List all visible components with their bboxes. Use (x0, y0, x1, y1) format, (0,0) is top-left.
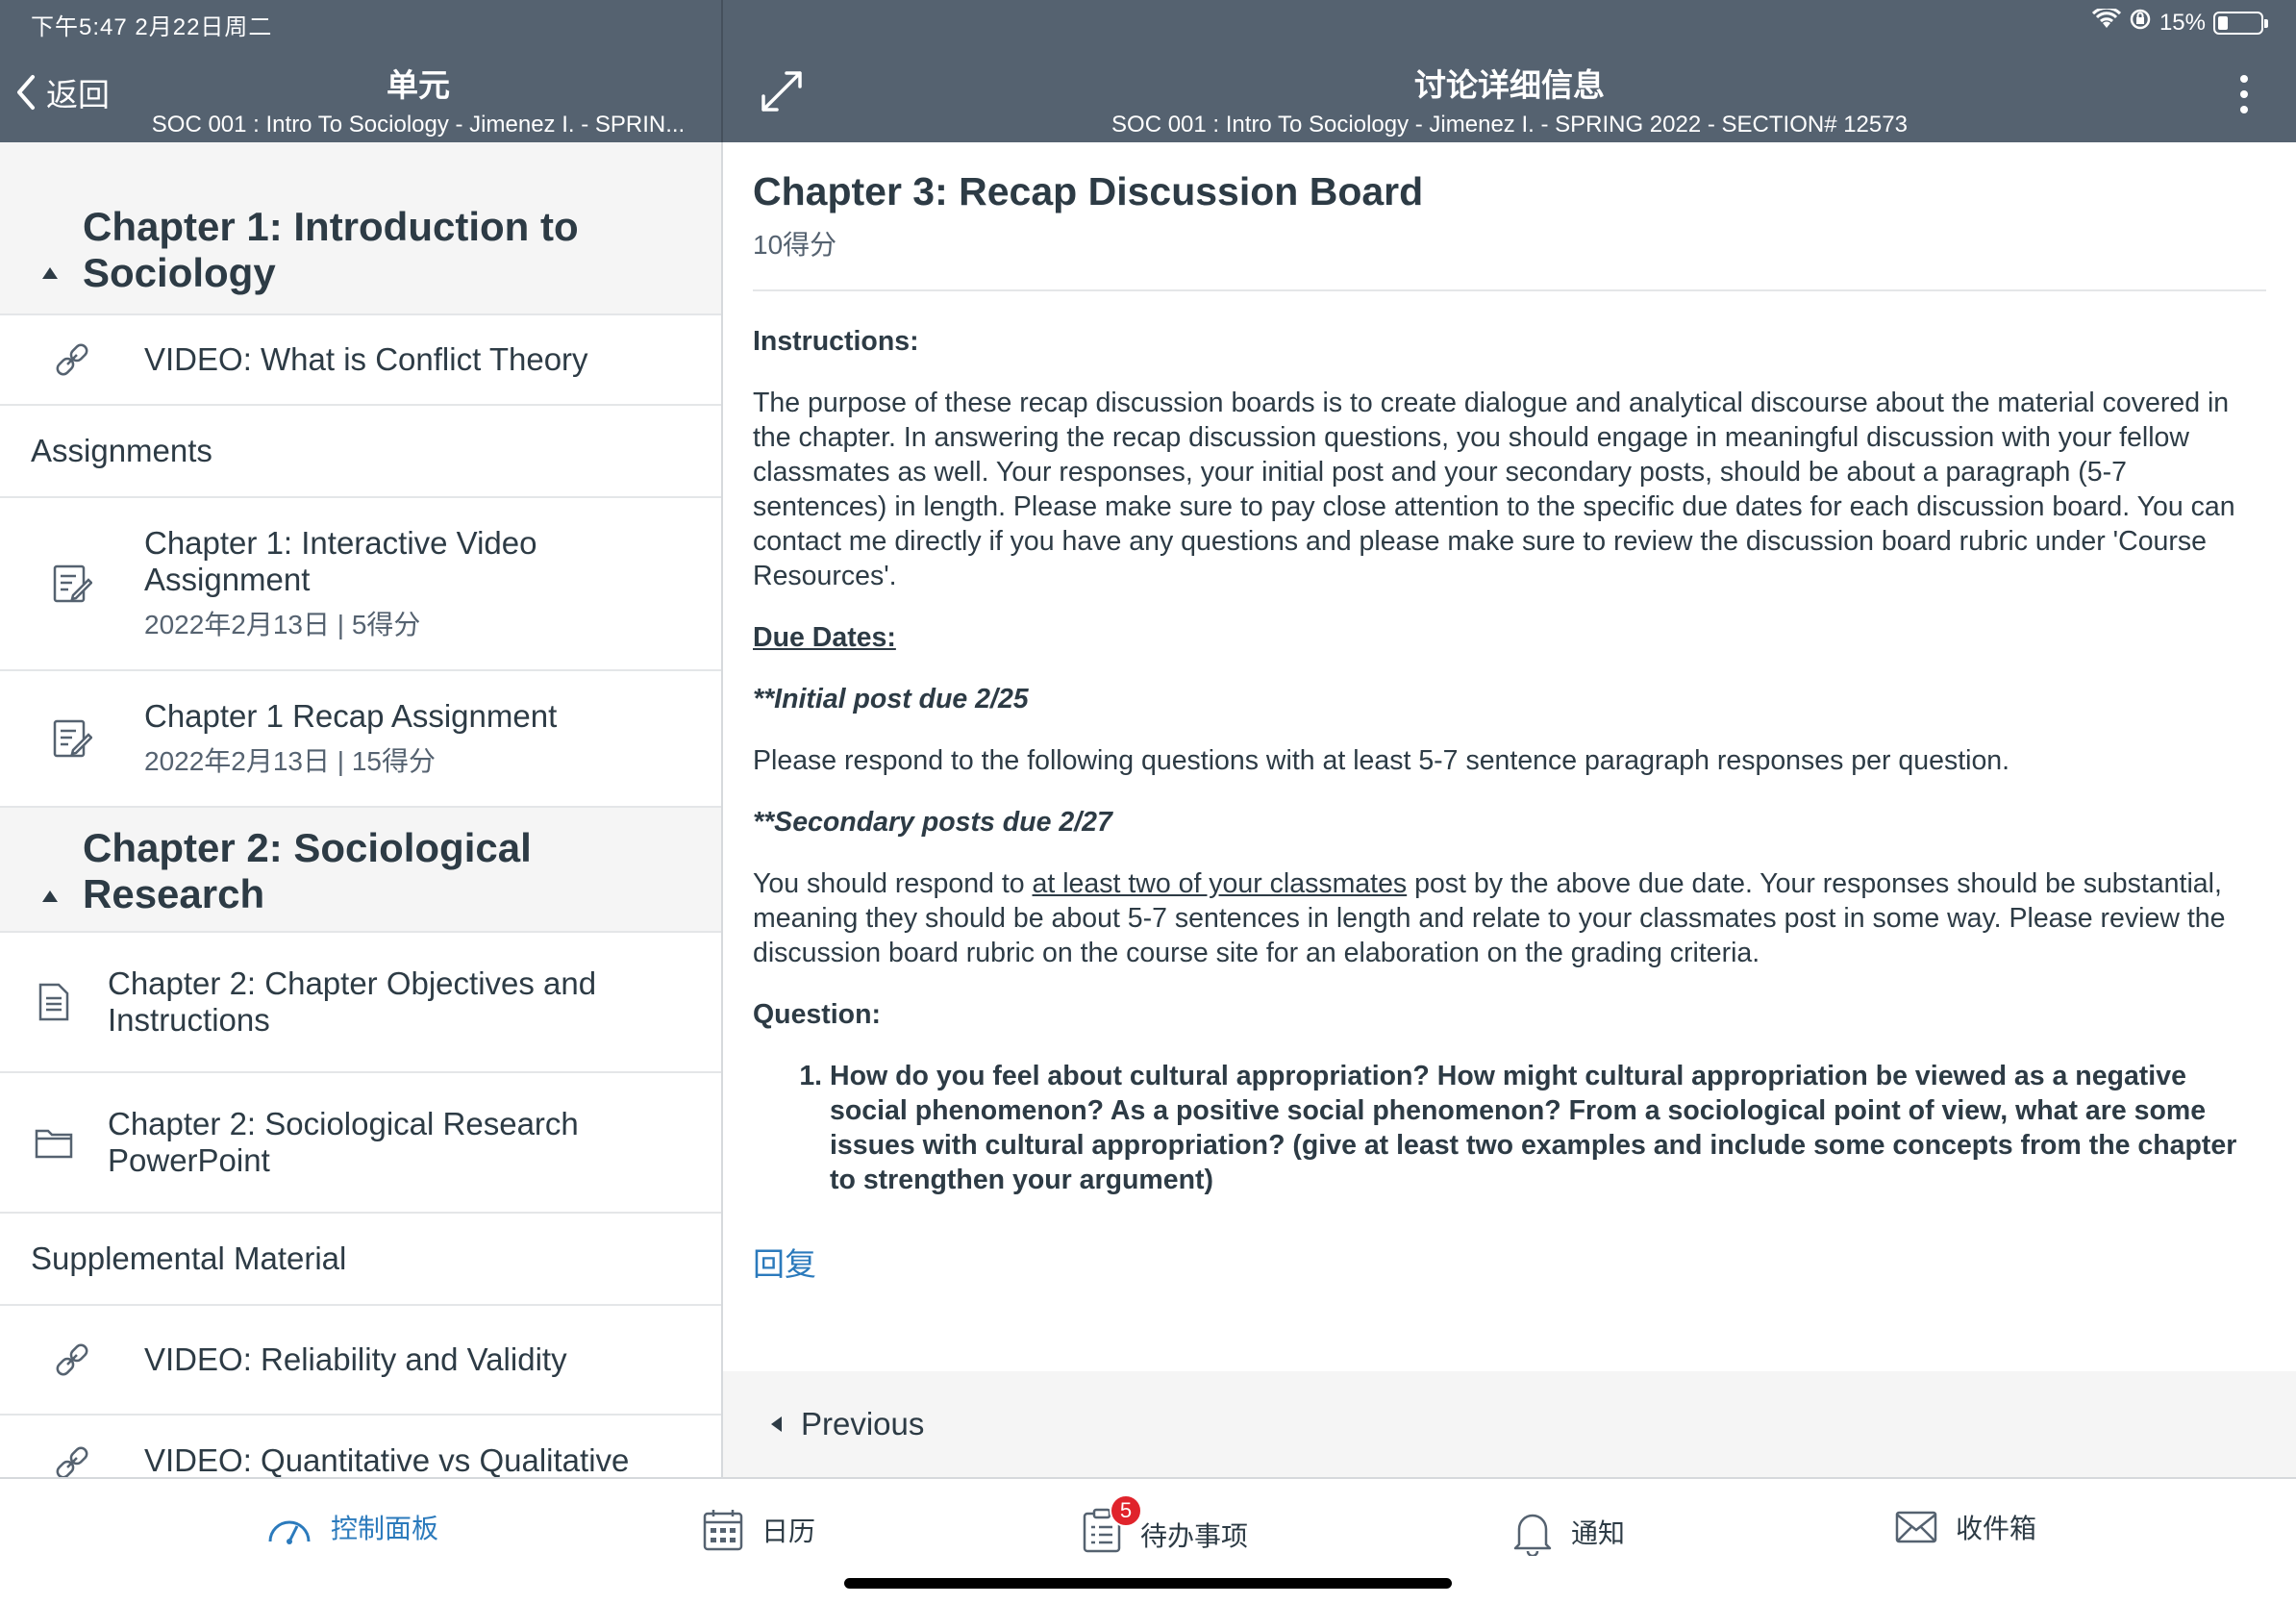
subheader-assignments: Assignments (0, 406, 721, 498)
item-text: Chapter 2: Chapter Objectives and Instru… (108, 965, 596, 1039)
previous-button[interactable]: Previous (723, 1371, 2296, 1477)
top-navigation-bar: 下午5:47 2月22日周二 15% 返回 单元 SOC 001 : Intro… (0, 0, 2296, 142)
initial-post-text: Please respond to the following question… (753, 745, 2010, 776)
classmates-underlined: at least two of your classmates (1032, 868, 1408, 899)
envelope-icon (1895, 1511, 1937, 1543)
module-title: Chapter 2: Sociological Research (83, 825, 532, 916)
modules-title: 单元 (387, 67, 450, 103)
collapse-triangle-icon (42, 267, 58, 279)
item-text: Chapter 2: Sociological Research PowerPo… (108, 1106, 579, 1179)
item-meta: 2022年2月13日 | 15得分 (144, 746, 436, 776)
list-item-assignment-interactive-video[interactable]: Chapter 1: Interactive Video Assignment … (0, 498, 721, 671)
tab-label: 收件箱 (1956, 1514, 2037, 1543)
item-meta: 2022年2月13日 | 5得分 (144, 610, 421, 639)
folder-icon (0, 1125, 108, 1160)
dashboard-gauge-icon (268, 1520, 311, 1544)
left-header-title: 单元 SOC 001 : Intro To Sociology - Jimene… (135, 60, 702, 138)
item-label: Chapter 1: Interactive Video (144, 525, 537, 561)
discussion-title: Chapter 3: Recap Discussion Board (753, 169, 1424, 213)
list-item-video-conflict-theory[interactable]: VIDEO: What is Conflict Theory (0, 315, 721, 406)
initial-post-label: **Initial post due 2/25 (753, 684, 1029, 714)
subheader-supplemental-material: Supplemental Material (0, 1214, 721, 1306)
item-label: Chapter 2: Sociological Research (108, 1106, 579, 1141)
instructions-label: Instructions: (753, 326, 919, 357)
chevron-left-icon (17, 75, 35, 110)
tab-notifications[interactable]: 通知 (1511, 1508, 1625, 1556)
due-dates-label: Due Dates: (753, 622, 896, 653)
divider (753, 289, 2266, 291)
course-subtitle-right: SOC 001 : Intro To Sociology - Jimenez I… (1111, 112, 1908, 138)
item-label: VIDEO: Reliability and Validity (144, 1341, 567, 1377)
question-list: How do you feel about cultural appropria… (791, 1059, 2266, 1197)
todo-icon-wrapper: 5 (1081, 1494, 1142, 1561)
orientation-lock-icon (2129, 8, 2152, 38)
home-indicator (844, 1578, 1452, 1589)
link-icon (0, 1442, 144, 1477)
todo-count-badge: 5 (1110, 1494, 1142, 1527)
page-icon (0, 982, 108, 1022)
status-indicators: 15% (2091, 6, 2268, 38)
link-icon (0, 339, 144, 380)
discussion-body: Instructions: The purpose of these recap… (753, 324, 2266, 1197)
calendar-icon (703, 1510, 743, 1551)
modules-list[interactable]: Chapter 1: Introduction to Sociology VID… (0, 142, 721, 1477)
tab-todo[interactable]: 5 待办事项 (1081, 1494, 1249, 1561)
item-text: Chapter 1: Interactive Video Assignment … (144, 525, 537, 642)
assignment-icon (0, 563, 144, 605)
tab-label: 日历 (761, 1516, 816, 1546)
list-item-research-powerpoint[interactable]: Chapter 2: Sociological Research PowerPo… (0, 1073, 721, 1214)
bell-icon (1513, 1514, 1552, 1556)
link-icon (0, 1340, 144, 1380)
item-label: VIDEO: What is Conflict Theory (144, 341, 588, 377)
tab-label: 控制面板 (331, 1514, 439, 1543)
item-label: VIDEO: Quantitative vs Qualitative (144, 1442, 630, 1477)
battery-percent: 15% (2159, 9, 2206, 36)
item-label: Chapter 1 Recap Assignment (144, 698, 558, 734)
item-label: Assignment (144, 562, 311, 597)
wifi-icon (2091, 6, 2122, 37)
collapse-triangle-icon (42, 890, 58, 902)
item-label: PowerPoint (108, 1142, 270, 1178)
kebab-dot (2240, 75, 2248, 83)
item-label: Chapter 2: Chapter Objectives and (108, 965, 597, 1001)
kebab-dot (2240, 106, 2248, 113)
course-subtitle-left: SOC 001 : Intro To Sociology - Jimenez I… (151, 112, 686, 138)
battery-icon (2213, 11, 2268, 35)
status-time: 下午5:47 2月22日周二 (31, 14, 273, 40)
item-label: Instructions (108, 1002, 270, 1038)
list-item-assignment-recap[interactable]: Chapter 1 Recap Assignment 2022年2月13日 | … (0, 671, 721, 808)
list-item-video-quant-qual[interactable]: VIDEO: Quantitative vs Qualitative (0, 1416, 721, 1477)
module-header-chapter-1[interactable]: Chapter 1: Introduction to Sociology (0, 142, 721, 315)
right-header-title: 讨论详细信息 SOC 001 : Intro To Sociology - Ji… (723, 60, 2296, 138)
discussion-detail-pane[interactable]: Chapter 3: Recap Discussion Board 10得分 I… (723, 142, 2296, 1477)
kebab-dot (2240, 90, 2248, 98)
back-button[interactable]: 返回 (15, 69, 110, 115)
instructions-text: The purpose of these recap discussion bo… (753, 388, 2235, 591)
discussion-points: 10得分 (753, 230, 837, 260)
caret-left-icon (771, 1416, 782, 1432)
question-item: How do you feel about cultural appropria… (830, 1059, 2266, 1197)
secondary-post-label: **Secondary posts due 2/27 (753, 807, 1112, 838)
tab-calendar[interactable]: 日历 (702, 1508, 815, 1552)
list-item-chapter-objectives[interactable]: Chapter 2: Chapter Objectives and Instru… (0, 933, 721, 1073)
tab-label: 通知 (1571, 1518, 1626, 1548)
secondary-text-part: You should respond to (753, 868, 1033, 899)
reply-link[interactable]: 回复 (753, 1239, 816, 1285)
module-title: Chapter 1: Introduction to Sociology (83, 204, 579, 295)
question-label: Question: (753, 999, 881, 1030)
previous-label: Previous (801, 1406, 925, 1441)
tab-dashboard[interactable]: 控制面板 (265, 1508, 438, 1546)
item-text: Chapter 1 Recap Assignment 2022年2月13日 | … (144, 698, 557, 779)
discussion-details-title: 讨论详细信息 (1414, 67, 1605, 103)
assignment-icon (0, 717, 144, 760)
tab-inbox[interactable]: 收件箱 (1894, 1508, 2036, 1546)
more-options-button[interactable] (2240, 75, 2248, 113)
secondary-post-text: You should respond to at least two of yo… (753, 866, 2266, 970)
tab-label: 待办事项 (1140, 1520, 1249, 1551)
list-item-video-reliability[interactable]: VIDEO: Reliability and Validity (0, 1306, 721, 1416)
back-label: 返回 (46, 77, 110, 113)
module-header-chapter-2[interactable]: Chapter 2: Sociological Research (0, 808, 721, 933)
discussion-content: Chapter 3: Recap Discussion Board 10得分 I… (753, 169, 2266, 1197)
